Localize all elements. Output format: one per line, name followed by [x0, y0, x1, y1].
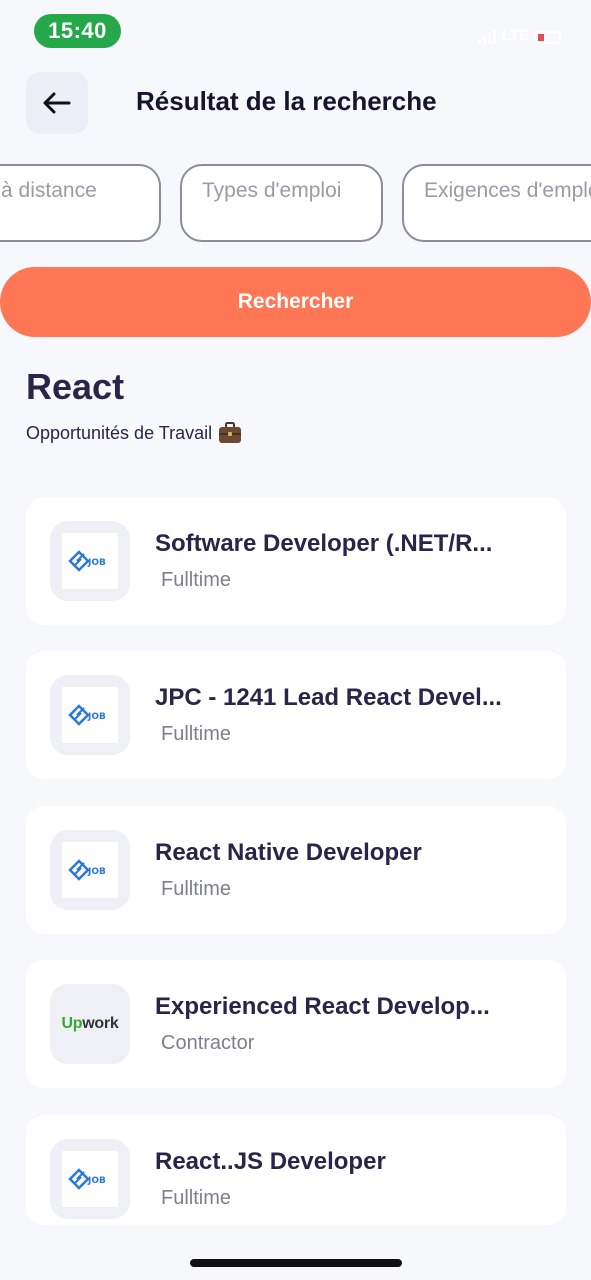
upwork-logo: Upwork: [61, 1015, 119, 1032]
company-logo: JOB: [50, 830, 130, 910]
company-logo: JOB: [50, 521, 130, 601]
job-type: Contractor: [161, 1032, 255, 1054]
job-title: React..JS Developer: [155, 1148, 386, 1175]
filter-chip-requirements[interactable]: Exigences d'emploi: [402, 164, 591, 242]
job-title: Experienced React Develop...: [155, 993, 490, 1020]
job-card[interactable]: JOB Software Developer (.NET/R... Fullti…: [26, 497, 566, 625]
filter-chip-remote[interactable]: Emploi à distance: [0, 164, 161, 242]
job-card[interactable]: Upwork Experienced React Develop... Cont…: [26, 960, 566, 1088]
job-logo-text: JOB: [87, 867, 106, 877]
job-logo-text: JOB: [87, 558, 106, 568]
filter-chip-label: Exigences d'emploi: [424, 179, 591, 202]
search-button[interactable]: Rechercher: [0, 267, 591, 337]
battery-icon: [535, 31, 561, 44]
job-title: React Native Developer: [155, 839, 422, 866]
job-logo-icon: JOB: [68, 550, 106, 572]
job-logo-icon: JOB: [68, 1168, 106, 1190]
results-subtitle: Opportunités de Travail: [26, 422, 242, 444]
job-logo-icon: JOB: [68, 859, 106, 881]
job-type: Fulltime: [161, 1187, 232, 1209]
back-button[interactable]: [26, 72, 88, 134]
job-logo-text: JOB: [87, 712, 106, 722]
company-logo: JOB: [50, 1139, 130, 1219]
company-logo: Upwork: [50, 984, 130, 1064]
network-label: LTE: [501, 27, 529, 44]
status-bar: 15:40 LTE: [0, 0, 591, 60]
results-query-title: React: [26, 366, 125, 407]
job-card[interactable]: JOB React Native Developer Fulltime: [26, 806, 566, 934]
page-title: Résultat de la recherche: [136, 86, 437, 116]
results-subtitle-text: Opportunités de Travail: [26, 422, 213, 443]
job-type: Fulltime: [161, 569, 232, 591]
job-type: Fulltime: [161, 723, 232, 745]
filter-chip-job-types[interactable]: Types d'emploi: [180, 164, 383, 242]
job-title: JPC - 1241 Lead React Devel...: [155, 684, 502, 711]
home-indicator[interactable]: [190, 1259, 402, 1267]
arrow-left-icon: [43, 92, 71, 114]
job-title: Software Developer (.NET/R...: [155, 530, 493, 557]
job-card[interactable]: JOB React..JS Developer Fulltime: [26, 1115, 566, 1225]
job-type: Fulltime: [161, 878, 232, 900]
status-indicators: LTE: [477, 24, 561, 44]
filter-chip-label: Types d'emploi: [202, 179, 342, 202]
status-time: 15:40: [34, 14, 121, 48]
briefcase-icon: [219, 422, 242, 443]
filter-chip-label: Emploi à distance: [0, 179, 97, 202]
header: Résultat de la recherche: [0, 72, 591, 136]
filter-chips[interactable]: Emploi à distance Types d'emploi Exigenc…: [0, 164, 591, 242]
job-logo-icon: JOB: [68, 704, 106, 726]
company-logo: JOB: [50, 675, 130, 755]
job-card[interactable]: JOB JPC - 1241 Lead React Devel... Fullt…: [26, 651, 566, 779]
job-logo-text: JOB: [87, 1176, 106, 1186]
signal-icon: [477, 28, 496, 44]
